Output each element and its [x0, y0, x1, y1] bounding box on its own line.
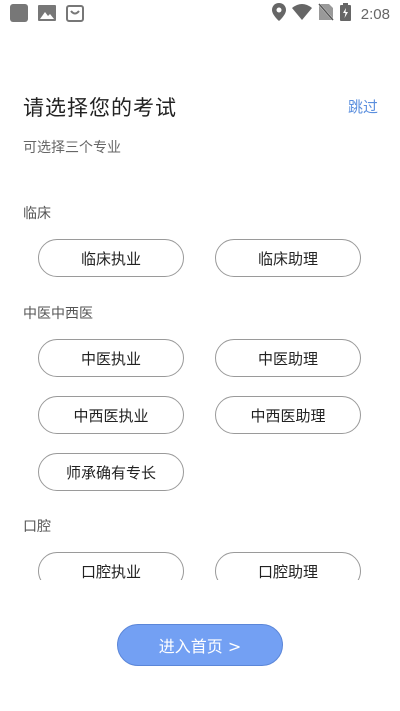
- option-integrated-practice[interactable]: 中西医执业: [38, 396, 184, 434]
- enter-home-button[interactable]: 进入首页 >: [117, 624, 283, 666]
- section-label-dental: 口腔: [23, 519, 51, 535]
- option-dental-practice[interactable]: 口腔执业: [38, 552, 184, 580]
- option-clinical-practice[interactable]: 临床执业: [38, 239, 184, 277]
- option-integrated-assistant[interactable]: 中西医助理: [215, 396, 361, 434]
- exam-list[interactable]: 临床 临床执业 临床助理 中医中西医 中医执业 中医助理 中西医执业 中西医助理…: [0, 0, 400, 580]
- option-tcm-assistant[interactable]: 中医助理: [215, 339, 361, 377]
- option-dental-assistant[interactable]: 口腔助理: [215, 552, 361, 580]
- option-apprentice-expertise[interactable]: 师承确有专长: [38, 453, 184, 491]
- option-clinical-assistant[interactable]: 临床助理: [215, 239, 361, 277]
- option-tcm-practice[interactable]: 中医执业: [38, 339, 184, 377]
- section-label-clinical: 临床: [23, 206, 51, 222]
- section-label-tcm: 中医中西医: [23, 306, 93, 322]
